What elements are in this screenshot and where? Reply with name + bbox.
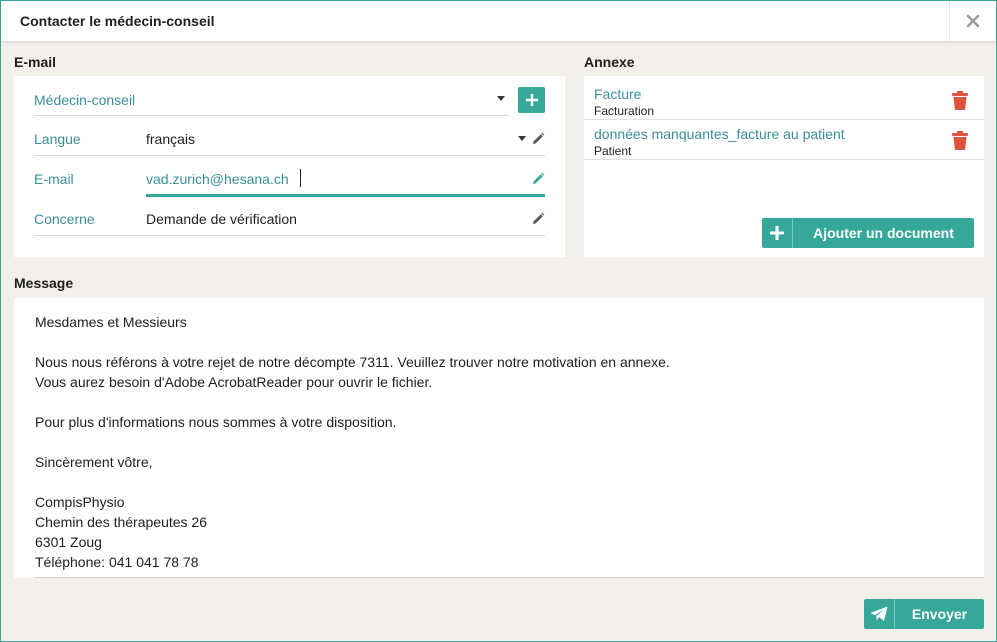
chevron-down-icon[interactable] (518, 136, 526, 141)
message-line: 6301 Zoug (35, 534, 102, 550)
send-button[interactable]: Envoyer (864, 599, 984, 629)
dialog-title: Contacter le médecin-conseil (20, 13, 215, 29)
email-panel: Médecin-conseil Langue français E-mail v… (14, 76, 565, 257)
add-document-label: Ajouter un document (813, 225, 954, 241)
message-line: Mesdames et Messieurs (35, 314, 187, 330)
subject-field[interactable]: Concerne Demande de vérification (34, 196, 545, 236)
plus-icon (770, 226, 784, 240)
title-bar: Contacter le médecin-conseil (1, 1, 996, 41)
message-line (35, 392, 975, 412)
message-line (35, 332, 975, 352)
recipient-select[interactable]: Médecin-conseil (34, 76, 509, 116)
pencil-icon[interactable] (531, 132, 545, 146)
chevron-down-icon (497, 96, 505, 101)
annex-item[interactable]: données manquantes_facture au patient Pa… (584, 120, 984, 160)
email-section-label: E-mail (14, 54, 57, 70)
language-label: Langue (34, 131, 81, 147)
trash-icon[interactable] (952, 131, 968, 150)
message-line: Nous nous référons à votre rejet de notr… (35, 354, 670, 370)
message-line: Sincèrement vôtre, (35, 454, 153, 470)
send-label: Envoyer (911, 606, 968, 622)
annex-item-name[interactable]: données manquantes_facture au patient (594, 126, 845, 142)
subject-value[interactable]: Demande de vérification (146, 211, 297, 227)
close-icon (966, 14, 980, 28)
message-line (35, 432, 975, 452)
pencil-icon[interactable] (531, 172, 545, 186)
close-button[interactable] (949, 1, 996, 41)
message-line: Vous aurez besoin d'Adobe AcrobatReader … (35, 374, 433, 390)
message-line: Téléphone: 041 041 78 78 (35, 554, 199, 570)
paper-plane-icon (870, 606, 888, 621)
message-line (35, 472, 975, 492)
message-line: Pour plus d'informations nous sommes à v… (35, 414, 397, 430)
send-icon-area (864, 599, 895, 629)
email-label: E-mail (34, 171, 74, 187)
dialog-window: Contacter le médecin-conseil E-mail Méde… (0, 0, 997, 642)
annex-item-category: Patient (594, 144, 632, 158)
annex-item-category: Facturation (594, 104, 655, 118)
language-value: français (146, 131, 196, 147)
add-recipient-button[interactable] (518, 87, 545, 113)
email-input[interactable]: vad.zurich@hesana.ch (146, 171, 289, 187)
annex-item-name[interactable]: Facture (594, 86, 641, 102)
message-line: Chemin des thérapeutes 26 (35, 514, 207, 530)
email-field[interactable]: E-mail vad.zurich@hesana.ch (34, 156, 545, 197)
message-textarea[interactable]: Mesdames et Messieurs Nous nous référons … (35, 312, 975, 572)
annex-panel: Facture Facturation données manquantes_f… (584, 76, 984, 257)
language-field[interactable]: Langue français (34, 116, 545, 156)
message-underline (34, 577, 984, 578)
plus-icon (525, 94, 538, 106)
subject-underline (34, 235, 545, 236)
annex-item[interactable]: Facture Facturation (584, 80, 984, 120)
add-document-button[interactable]: Ajouter un document (762, 218, 974, 248)
message-panel[interactable]: Mesdames et Messieurs Nous nous référons … (14, 298, 984, 578)
message-section-label: Message (14, 275, 74, 291)
trash-icon[interactable] (952, 91, 968, 110)
subject-label: Concerne (34, 211, 95, 227)
add-document-icon-area (762, 218, 793, 248)
annex-section-label: Annexe (584, 54, 635, 70)
message-line: CompisPhysio (35, 494, 125, 510)
pencil-icon[interactable] (531, 212, 545, 226)
recipient-placeholder: Médecin-conseil (34, 92, 136, 108)
text-cursor (300, 169, 301, 187)
